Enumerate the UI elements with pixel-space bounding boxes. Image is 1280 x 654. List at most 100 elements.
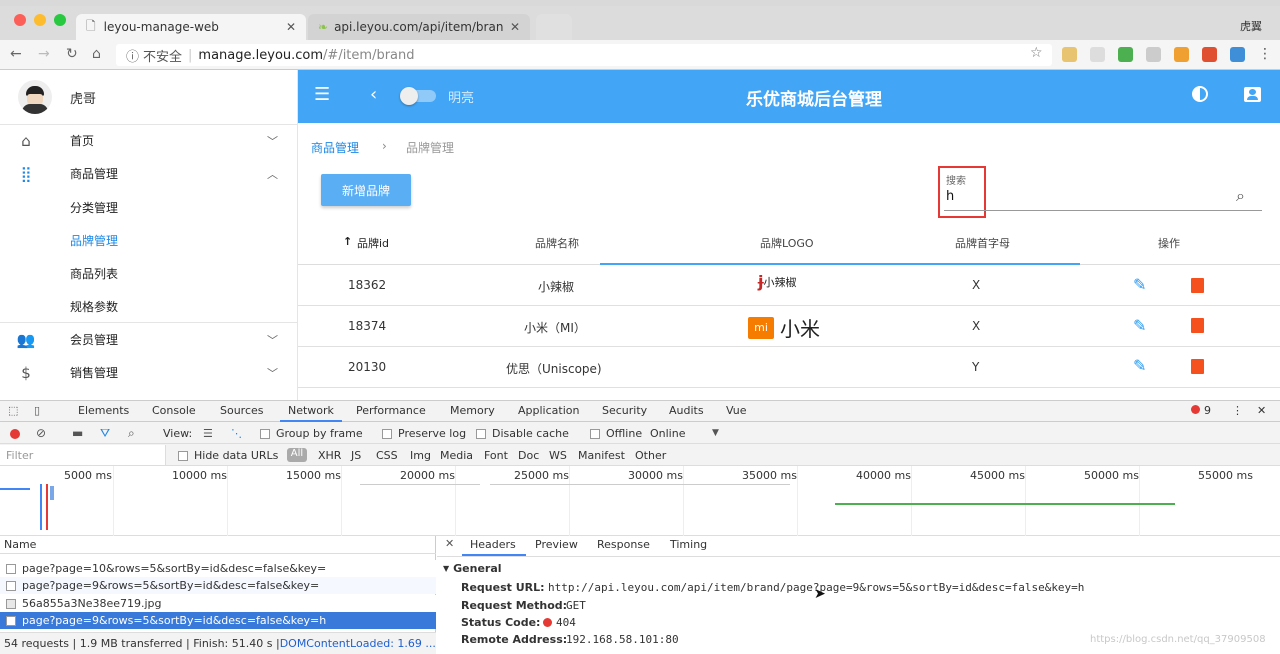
filter-type-xhr[interactable]: XHR bbox=[318, 449, 341, 462]
record-icon[interactable] bbox=[10, 429, 20, 439]
close-tab-icon[interactable]: ✕ bbox=[286, 20, 296, 34]
devtools-tab-network[interactable]: Network bbox=[288, 404, 334, 417]
back-icon[interactable]: ← bbox=[10, 46, 22, 62]
throttling-select[interactable]: Online bbox=[650, 427, 685, 440]
forward-icon[interactable]: → bbox=[38, 46, 50, 62]
breadcrumb-parent[interactable]: 商品管理 bbox=[311, 139, 359, 156]
extension-icon[interactable] bbox=[1062, 47, 1077, 62]
waterfall-icon[interactable]: ⋱ bbox=[231, 427, 242, 440]
edit-icon[interactable]: ✎ bbox=[1133, 316, 1146, 335]
add-brand-button[interactable]: 新增品牌 bbox=[321, 174, 411, 206]
bookmark-star-icon[interactable]: ☆ bbox=[1030, 45, 1043, 61]
filter-type-manifest[interactable]: Manifest bbox=[578, 449, 625, 462]
request-row[interactable]: page?page=10&rows=5&sortBy=id&desc=false… bbox=[0, 560, 436, 577]
edit-icon[interactable]: ✎ bbox=[1133, 275, 1146, 294]
search-icon[interactable]: ⌕ bbox=[128, 426, 135, 441]
sidebar-item-sales[interactable]: $ 销售管理 ﹀ bbox=[0, 356, 298, 389]
devtools-menu-icon[interactable]: ⋮ bbox=[1232, 404, 1243, 417]
close-window-button[interactable] bbox=[14, 14, 26, 26]
extension-icon[interactable] bbox=[1174, 47, 1189, 62]
chevron-left-icon[interactable]: ‹ bbox=[370, 84, 377, 105]
detail-tab-timing[interactable]: Timing bbox=[670, 538, 707, 551]
close-tab-icon[interactable]: ✕ bbox=[510, 20, 520, 34]
menu-icon[interactable]: ☰ bbox=[314, 84, 330, 105]
contrast-icon[interactable] bbox=[1192, 86, 1208, 102]
name-column-header[interactable]: Name bbox=[4, 538, 36, 551]
search-icon[interactable]: ⌕ bbox=[1236, 186, 1245, 206]
devtools-tab-audits[interactable]: Audits bbox=[669, 404, 704, 417]
close-devtools-icon[interactable]: ✕ bbox=[1257, 404, 1266, 417]
reload-icon[interactable]: ↻ bbox=[66, 46, 78, 62]
filter-type-js[interactable]: JS bbox=[351, 449, 361, 462]
devtools-tab-vue[interactable]: Vue bbox=[726, 404, 747, 417]
browser-tab[interactable]: ❧ api.leyou.com/api/item/brand/p ✕ bbox=[308, 14, 530, 40]
devtools-tab-performance[interactable]: Performance bbox=[356, 404, 426, 417]
delete-icon[interactable] bbox=[1191, 318, 1204, 333]
filter-type-css[interactable]: CSS bbox=[376, 449, 398, 462]
disable-cache-checkbox[interactable]: Disable cache bbox=[476, 427, 569, 440]
vue-devtools-icon[interactable] bbox=[1118, 47, 1133, 62]
theme-switch[interactable] bbox=[400, 87, 436, 105]
devtools-tab-console[interactable]: Console bbox=[152, 404, 196, 417]
minimize-window-button[interactable] bbox=[34, 14, 46, 26]
detail-tab-response[interactable]: Response bbox=[597, 538, 650, 551]
hide-data-urls-checkbox[interactable]: Hide data URLs bbox=[178, 449, 278, 462]
sidebar-subitem-goods-list[interactable]: 商品列表 bbox=[70, 265, 118, 282]
extension-icon[interactable] bbox=[1230, 47, 1245, 62]
column-header-logo[interactable]: 品牌LOGO bbox=[760, 235, 814, 251]
devtools-tab-application[interactable]: Application bbox=[518, 404, 579, 417]
detail-tab-preview[interactable]: Preview bbox=[535, 538, 578, 551]
extension-icon[interactable] bbox=[1090, 47, 1105, 62]
menu-kebab-icon[interactable]: ⋮ bbox=[1258, 46, 1272, 62]
device-toolbar-icon[interactable]: ▯ bbox=[34, 404, 40, 417]
dropdown-arrow-icon[interactable]: ▼ bbox=[712, 428, 719, 438]
sort-arrow-icon[interactable]: ↑ bbox=[343, 235, 352, 248]
camera-icon[interactable]: ▬ bbox=[72, 426, 83, 440]
filter-type-img[interactable]: Img bbox=[410, 449, 431, 462]
edit-icon[interactable]: ✎ bbox=[1133, 356, 1146, 375]
filter-type-ws[interactable]: WS bbox=[549, 449, 567, 462]
filter-type-doc[interactable]: Doc bbox=[518, 449, 539, 462]
sidebar-item-home[interactable]: ⌂ 首页 ﹀ bbox=[0, 124, 298, 157]
request-row[interactable]: 56a855a3Ne38ee719.jpg bbox=[0, 595, 436, 612]
filter-type-other[interactable]: Other bbox=[635, 449, 666, 462]
offline-checkbox[interactable]: Offline bbox=[590, 427, 642, 440]
group-by-frame-checkbox[interactable]: Group by frame bbox=[260, 427, 363, 440]
detail-tab-headers[interactable]: Headers bbox=[470, 538, 516, 551]
browser-tab-active[interactable]: 🗋 leyou-manage-web ✕ bbox=[76, 14, 306, 40]
clear-icon[interactable]: ⊘ bbox=[36, 426, 46, 440]
large-rows-icon[interactable]: ☰ bbox=[203, 427, 213, 440]
sidebar-item-product[interactable]: ⣿ 商品管理 ︿ bbox=[0, 157, 298, 190]
new-tab-button[interactable] bbox=[536, 14, 572, 40]
close-detail-icon[interactable]: ✕ bbox=[445, 537, 454, 550]
extension-icon[interactable] bbox=[1146, 47, 1161, 62]
request-row-selected[interactable]: page?page=9&rows=5&sortBy=id&desc=false&… bbox=[0, 612, 436, 629]
devtools-tab-memory[interactable]: Memory bbox=[450, 404, 495, 417]
sidebar-subitem-category[interactable]: 分类管理 bbox=[70, 199, 118, 216]
column-header-name[interactable]: 品牌名称 bbox=[535, 235, 579, 251]
devtools-tab-security[interactable]: Security bbox=[602, 404, 647, 417]
delete-icon[interactable] bbox=[1191, 278, 1204, 293]
inspect-element-icon[interactable]: ⬚ bbox=[8, 404, 18, 417]
filter-input[interactable]: Filter bbox=[0, 445, 166, 465]
home-button-icon[interactable]: ⌂ bbox=[92, 46, 101, 62]
request-row[interactable]: page?page=9&rows=5&sortBy=id&desc=false&… bbox=[0, 577, 436, 594]
filter-all[interactable]: All bbox=[287, 448, 307, 462]
devtools-tab-sources[interactable]: Sources bbox=[220, 404, 264, 417]
search-input[interactable]: h bbox=[946, 189, 954, 204]
general-section-toggle[interactable]: ▼ General bbox=[443, 562, 502, 575]
column-header-id[interactable]: 品牌id bbox=[357, 235, 389, 251]
sidebar-subitem-spec[interactable]: 规格参数 bbox=[70, 298, 118, 315]
sidebar-subitem-brand[interactable]: 品牌管理 bbox=[70, 232, 118, 249]
filter-type-font[interactable]: Font bbox=[484, 449, 508, 462]
filter-icon[interactable]: ⛛ bbox=[100, 426, 110, 441]
filter-type-media[interactable]: Media bbox=[440, 449, 473, 462]
preserve-log-checkbox[interactable]: Preserve log bbox=[382, 427, 466, 440]
delete-icon[interactable] bbox=[1191, 359, 1204, 374]
extension-icon[interactable] bbox=[1202, 47, 1217, 62]
address-bar[interactable]: ⓘ 不安全 | manage.leyou.com /#/item/brand bbox=[116, 44, 1052, 66]
error-count[interactable]: 9 bbox=[1204, 404, 1211, 417]
error-icon[interactable] bbox=[1191, 405, 1200, 414]
profile-name[interactable]: 虎翼 bbox=[1240, 18, 1262, 34]
sidebar-item-members[interactable]: 👥 会员管理 ﹀ bbox=[0, 323, 298, 356]
